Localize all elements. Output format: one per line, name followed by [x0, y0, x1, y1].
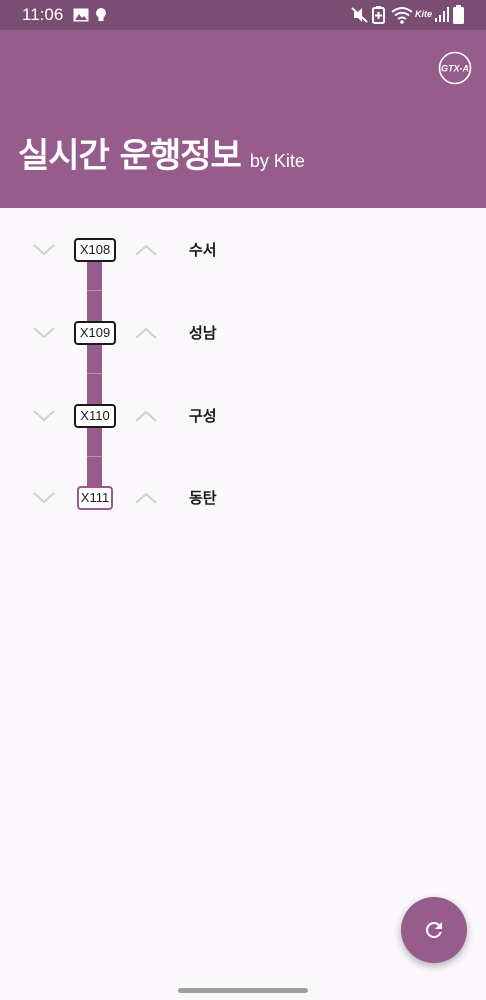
- station-row[interactable]: X111 동탄: [0, 477, 486, 517]
- chevron-up-icon[interactable]: [134, 243, 158, 257]
- refresh-icon: [425, 922, 442, 938]
- home-indicator[interactable]: [178, 988, 308, 993]
- route-line-divider: [87, 290, 102, 291]
- station-row[interactable]: X108 수서: [0, 229, 486, 269]
- image-icon: [73, 8, 89, 22]
- station-name: 구성: [189, 407, 217, 425]
- page-subtitle: by Kite: [249, 151, 305, 171]
- station-name: 성남: [189, 324, 217, 342]
- svg-text:GTX-A: GTX-A: [441, 64, 469, 74]
- chevron-down-icon[interactable]: [32, 243, 56, 257]
- station-row[interactable]: X109 성남: [0, 312, 486, 352]
- chevron-up-icon[interactable]: [134, 491, 158, 505]
- bulb-icon: [96, 8, 106, 21]
- app-bar: GTX-A 실시간 운행정보 by Kite: [0, 30, 486, 208]
- signal-icon: [435, 7, 449, 22]
- wifi-icon: [391, 7, 413, 24]
- title-block: 실시간 운행정보 by Kite: [18, 128, 305, 177]
- battery-icon: [453, 5, 464, 24]
- chevron-up-icon[interactable]: [134, 409, 158, 423]
- route-line-divider: [87, 373, 102, 374]
- station-row[interactable]: X110 구성: [0, 395, 486, 435]
- chevron-up-icon[interactable]: [134, 326, 158, 340]
- network-label: Kite: [415, 9, 433, 19]
- status-time: 11:06: [22, 5, 64, 24]
- gtx-logo: GTX-A: [438, 51, 472, 85]
- mute-icon: [351, 7, 368, 23]
- battery-saver-icon: [372, 6, 385, 24]
- station-code-badge: X108: [74, 238, 116, 262]
- chevron-down-icon[interactable]: [32, 491, 56, 505]
- station-list: X108 수서 X109 성남 X110 구성 X111 동탄: [0, 208, 486, 1000]
- station-code-badge: X111: [77, 486, 113, 510]
- page-title: 실시간 운행정보: [18, 136, 242, 176]
- station-code-badge: X110: [74, 404, 116, 428]
- chevron-down-icon[interactable]: [32, 326, 56, 340]
- station-name: 동탄: [189, 489, 217, 507]
- chevron-down-icon[interactable]: [32, 409, 56, 423]
- refresh-button[interactable]: [401, 897, 467, 963]
- status-bar: 11:06 Kite: [0, 0, 486, 30]
- station-name: 수서: [189, 241, 217, 259]
- route-line-divider: [87, 456, 102, 457]
- station-code-badge: X109: [74, 321, 116, 345]
